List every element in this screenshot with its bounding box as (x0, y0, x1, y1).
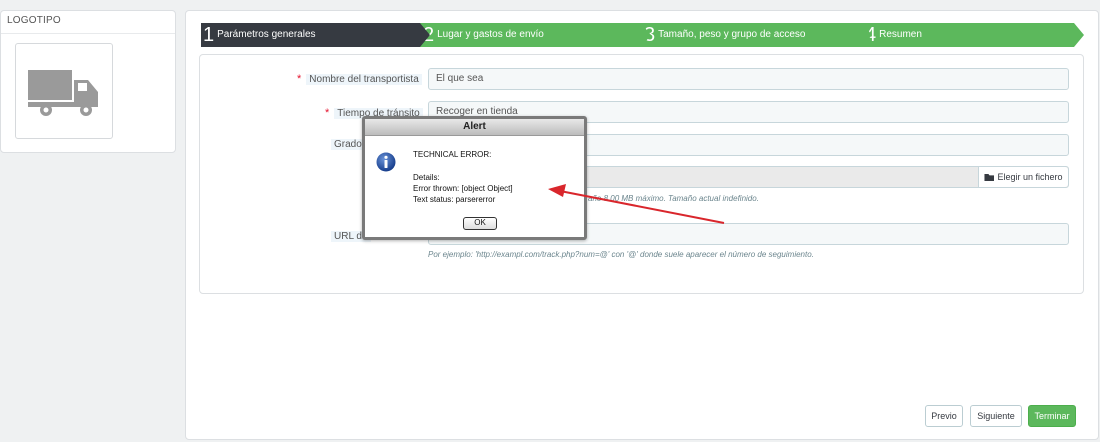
next-button[interactable]: Siguiente (970, 405, 1022, 427)
annotation-arrow (548, 184, 725, 224)
previous-button[interactable]: Previo (925, 405, 963, 427)
finish-button[interactable]: Terminar (1028, 405, 1076, 427)
